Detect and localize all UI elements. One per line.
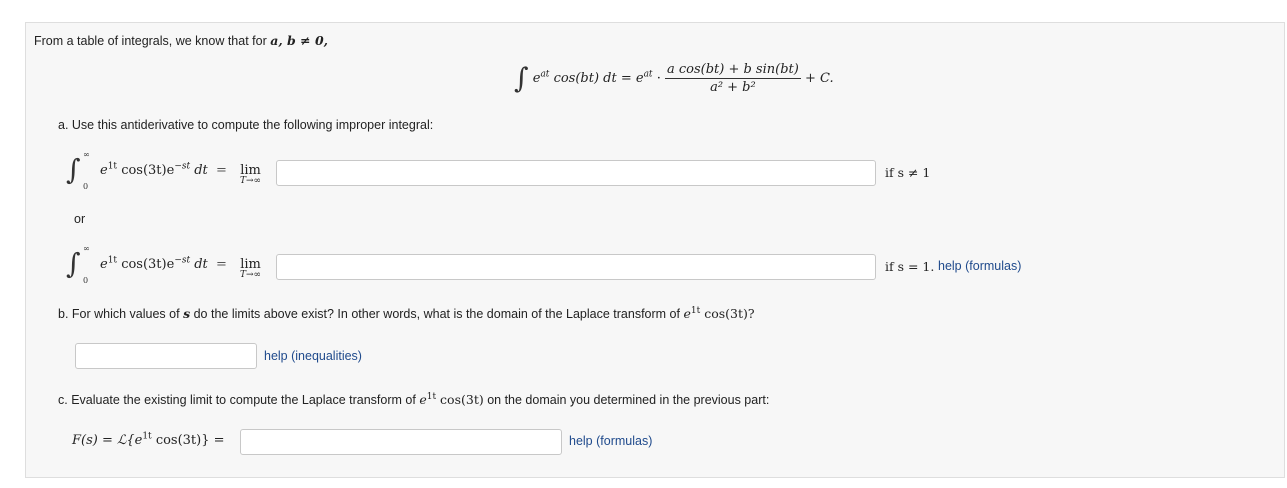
help-formulas-link-a[interactable]: help (formulas) — [938, 259, 1021, 273]
limit-operator: lim T→∞ — [240, 163, 262, 186]
integral-row-2: ∫ ∞ 0 e1t cos(3t)e−st dt = lim T→∞ — [66, 244, 276, 288]
integral-lower-limit: 0 — [83, 182, 89, 191]
equals-sign: = — [216, 163, 227, 178]
integral-row-1: ∫ ∞ 0 e1t cos(3t)e−st dt = lim T→∞ — [66, 150, 276, 194]
limit-operator: lim T→∞ — [240, 257, 262, 280]
antiderivative-formula: ∫ eat cos(bt) dt = eat · a cos(bt) + b s… — [514, 62, 834, 95]
formula-plus-c: + C. — [804, 71, 834, 86]
formula-numerator: a cos(bt) + b sin(bt) — [664, 62, 801, 79]
integral-sign-icon: ∫ — [66, 247, 81, 280]
formula-dot: · — [656, 71, 661, 86]
integrand: e1t cos(3t)e−st dt — [100, 255, 208, 272]
laplace-lhs: F(s) = ℒ{e1t cos(3t)} = — [72, 431, 225, 448]
intro-text: From a table of integrals, we know that … — [34, 34, 267, 48]
part-b-label: b. For which values of s do the limits a… — [58, 305, 755, 321]
or-text: or — [74, 212, 86, 226]
answer-input-limit-2[interactable] — [276, 254, 876, 280]
formula-exp-at-2: at — [643, 69, 653, 80]
integral-upper-limit: ∞ — [83, 244, 90, 253]
formula-lhs: cos(bt) dt = e — [553, 71, 644, 86]
integral-lower-limit: 0 — [83, 276, 89, 285]
integrand: e1t cos(3t)e−st dt — [100, 161, 208, 178]
part-a-label: a. Use this antiderivative to compute th… — [58, 118, 434, 132]
help-inequalities-link[interactable]: help (inequalities) — [264, 349, 362, 363]
answer-input-domain[interactable] — [75, 343, 257, 369]
help-formulas-link-c[interactable]: help (formulas) — [569, 434, 652, 448]
intro-line: From a table of integrals, we know that … — [34, 33, 328, 48]
answer-input-limit-1[interactable] — [276, 160, 876, 186]
integral-sign-icon: ∫ — [66, 153, 81, 186]
equals-sign: = — [216, 257, 227, 272]
integral-upper-limit: ∞ — [83, 150, 90, 159]
formula-denominator: a² + b² — [710, 80, 756, 95]
part-c-label: c. Evaluate the existing limit to comput… — [58, 391, 770, 407]
intro-condition: a, b ≠ 0, — [270, 33, 329, 48]
formula-fraction: a cos(bt) + b sin(bt) a² + b² — [664, 62, 801, 95]
formula-exp-at: at — [540, 69, 550, 80]
answer-input-laplace[interactable] — [240, 429, 562, 455]
condition-s-eq-1: if s = 1. — [885, 259, 935, 274]
condition-s-neq-1: if s ≠ 1 — [885, 165, 931, 180]
integral-sign-icon: ∫ — [514, 61, 529, 95]
